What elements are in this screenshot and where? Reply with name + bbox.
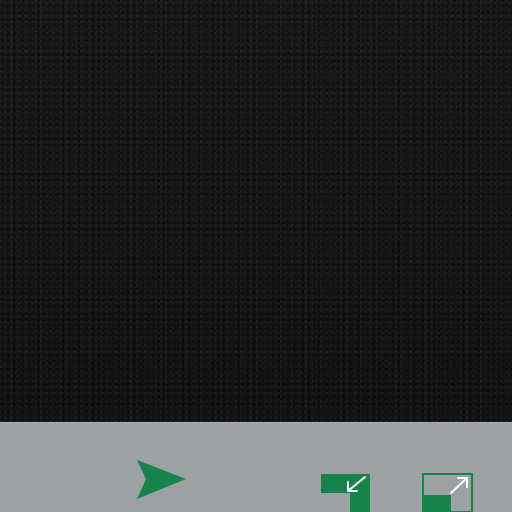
- play-icon: [137, 460, 186, 499]
- shrink-window-button[interactable]: [320, 473, 372, 512]
- video-viewport[interactable]: [0, 0, 512, 424]
- shrink-window-icon: [321, 474, 370, 512]
- control-bar: [0, 422, 512, 512]
- expand-window-icon: [422, 473, 473, 512]
- expand-window-button[interactable]: [422, 473, 474, 512]
- play-button[interactable]: [136, 459, 188, 501]
- video-player-window: [0, 0, 512, 512]
